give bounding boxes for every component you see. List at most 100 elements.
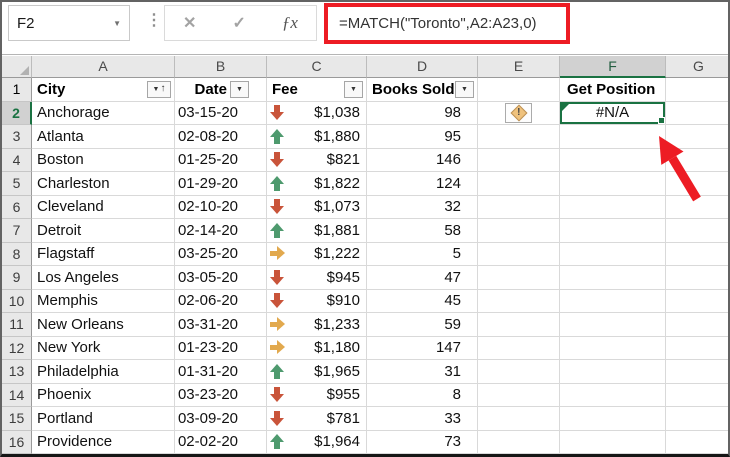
cell-date[interactable]: 01-23-20	[175, 336, 267, 360]
row-number-header[interactable]: 3	[2, 125, 32, 149]
cell-column-g[interactable]	[666, 360, 728, 384]
cell-column-e[interactable]: !	[478, 101, 560, 125]
row-number-header[interactable]: 7	[2, 219, 32, 243]
cell-get-position[interactable]: #N/A	[560, 101, 666, 125]
cell-books-sold[interactable]: 33	[367, 407, 478, 431]
row-number-header[interactable]: 1	[2, 78, 32, 102]
cell-city[interactable]: Atlanta	[32, 125, 175, 149]
books-sold-filter-button[interactable]: ▼	[455, 81, 474, 98]
cell-city[interactable]: Memphis	[32, 289, 175, 313]
cell-fee[interactable]: $1,222	[267, 242, 367, 266]
cell-get-position[interactable]	[560, 336, 666, 360]
row-number-header[interactable]: 6	[2, 195, 32, 219]
cell-get-position[interactable]	[560, 242, 666, 266]
cell-column-e[interactable]: !	[478, 195, 560, 219]
cell-column-e[interactable]: !	[478, 242, 560, 266]
header-cell-e[interactable]	[478, 78, 560, 102]
row-number-header[interactable]: 15	[2, 407, 32, 431]
cell-books-sold[interactable]: 32	[367, 195, 478, 219]
cell-fee[interactable]: $1,881	[267, 219, 367, 243]
column-header-g[interactable]: G	[666, 56, 728, 78]
cell-fee[interactable]: $945	[267, 266, 367, 290]
cell-column-e[interactable]: !	[478, 266, 560, 290]
cell-column-e[interactable]: !	[478, 172, 560, 196]
cell-books-sold[interactable]: 45	[367, 289, 478, 313]
cell-get-position[interactable]	[560, 148, 666, 172]
cell-city[interactable]: Philadelphia	[32, 360, 175, 384]
cell-books-sold[interactable]: 8	[367, 383, 478, 407]
cell-city[interactable]: Providence	[32, 430, 175, 454]
cell-books-sold[interactable]: 95	[367, 125, 478, 149]
cell-column-e[interactable]: !	[478, 289, 560, 313]
cell-column-g[interactable]	[666, 407, 728, 431]
cell-books-sold[interactable]: 98	[367, 101, 478, 125]
cell-column-e[interactable]: !	[478, 430, 560, 454]
column-header-c[interactable]: C	[267, 56, 367, 78]
cell-books-sold[interactable]: 5	[367, 242, 478, 266]
cell-column-e[interactable]: !	[478, 219, 560, 243]
cell-get-position[interactable]	[560, 289, 666, 313]
cell-get-position[interactable]	[560, 266, 666, 290]
cell-fee[interactable]: $910	[267, 289, 367, 313]
cell-date[interactable]: 03-09-20	[175, 407, 267, 431]
cell-city[interactable]: New Orleans	[32, 313, 175, 337]
cell-city[interactable]: Flagstaff	[32, 242, 175, 266]
cell-city[interactable]: Los Angeles	[32, 266, 175, 290]
row-number-header[interactable]: 2	[2, 101, 32, 125]
cell-column-e[interactable]: !	[478, 336, 560, 360]
date-filter-button[interactable]: ▼	[230, 80, 249, 98]
cell-date[interactable]: 02-02-20	[175, 430, 267, 454]
cell-column-g[interactable]	[666, 102, 728, 125]
cell-fee[interactable]: $1,880	[267, 125, 367, 149]
cell-column-g[interactable]	[666, 337, 728, 360]
row-number-header[interactable]: 14	[2, 383, 32, 407]
cell-get-position[interactable]	[560, 383, 666, 407]
cell-get-position[interactable]	[560, 407, 666, 431]
cell-city[interactable]: Portland	[32, 407, 175, 431]
cell-city[interactable]: Anchorage	[32, 101, 175, 125]
cell-fee[interactable]: $1,964	[267, 430, 367, 454]
cell-date[interactable]: 01-29-20	[175, 172, 267, 196]
column-header-b[interactable]: B	[175, 56, 267, 78]
cell-books-sold[interactable]: 47	[367, 266, 478, 290]
cell-fee[interactable]: $1,822	[267, 172, 367, 196]
cell-books-sold[interactable]: 73	[367, 430, 478, 454]
cell-date[interactable]: 03-05-20	[175, 266, 267, 290]
cell-date[interactable]: 03-25-20	[175, 242, 267, 266]
column-header-a[interactable]: A	[32, 56, 175, 78]
cell-fee[interactable]: $1,038	[267, 101, 367, 125]
cell-city[interactable]: Cleveland	[32, 195, 175, 219]
cell-books-sold[interactable]: 31	[367, 360, 478, 384]
row-number-header[interactable]: 4	[2, 148, 32, 172]
error-warning-button[interactable]: !	[505, 102, 532, 123]
cell-column-g[interactable]	[666, 313, 728, 337]
row-number-header[interactable]: 10	[2, 289, 32, 313]
cell-get-position[interactable]	[560, 219, 666, 243]
cell-column-g[interactable]	[666, 125, 728, 149]
header-cell-date[interactable]: Date ▼	[175, 78, 267, 102]
header-cell-books-sold[interactable]: Books Sold ▼	[367, 78, 478, 102]
cell-date[interactable]: 03-31-20	[175, 313, 267, 337]
cell-column-g[interactable]	[666, 172, 728, 196]
cell-column-e[interactable]: !	[478, 125, 560, 149]
cell-get-position[interactable]	[560, 125, 666, 149]
cell-books-sold[interactable]: 146	[367, 148, 478, 172]
row-number-header[interactable]: 11	[2, 313, 32, 337]
cell-city[interactable]: Charleston	[32, 172, 175, 196]
cell-get-position[interactable]	[560, 172, 666, 196]
row-number-header[interactable]: 16	[2, 430, 32, 454]
row-number-header[interactable]: 8	[2, 242, 32, 266]
cell-get-position[interactable]	[560, 195, 666, 219]
cell-get-position[interactable]	[560, 313, 666, 337]
cell-column-g[interactable]	[666, 266, 728, 290]
insert-function-icon[interactable]: ƒx	[282, 13, 298, 33]
header-cell-city[interactable]: City ▼ ↑	[32, 78, 175, 102]
cell-books-sold[interactable]: 58	[367, 219, 478, 243]
header-cell-g[interactable]	[666, 78, 728, 102]
cell-fee[interactable]: $1,965	[267, 360, 367, 384]
cell-date[interactable]: 03-15-20	[175, 101, 267, 125]
cell-date[interactable]: 02-06-20	[175, 289, 267, 313]
cell-date[interactable]: 02-14-20	[175, 219, 267, 243]
cell-fee[interactable]: $821	[267, 148, 367, 172]
column-header-d[interactable]: D	[367, 56, 478, 78]
